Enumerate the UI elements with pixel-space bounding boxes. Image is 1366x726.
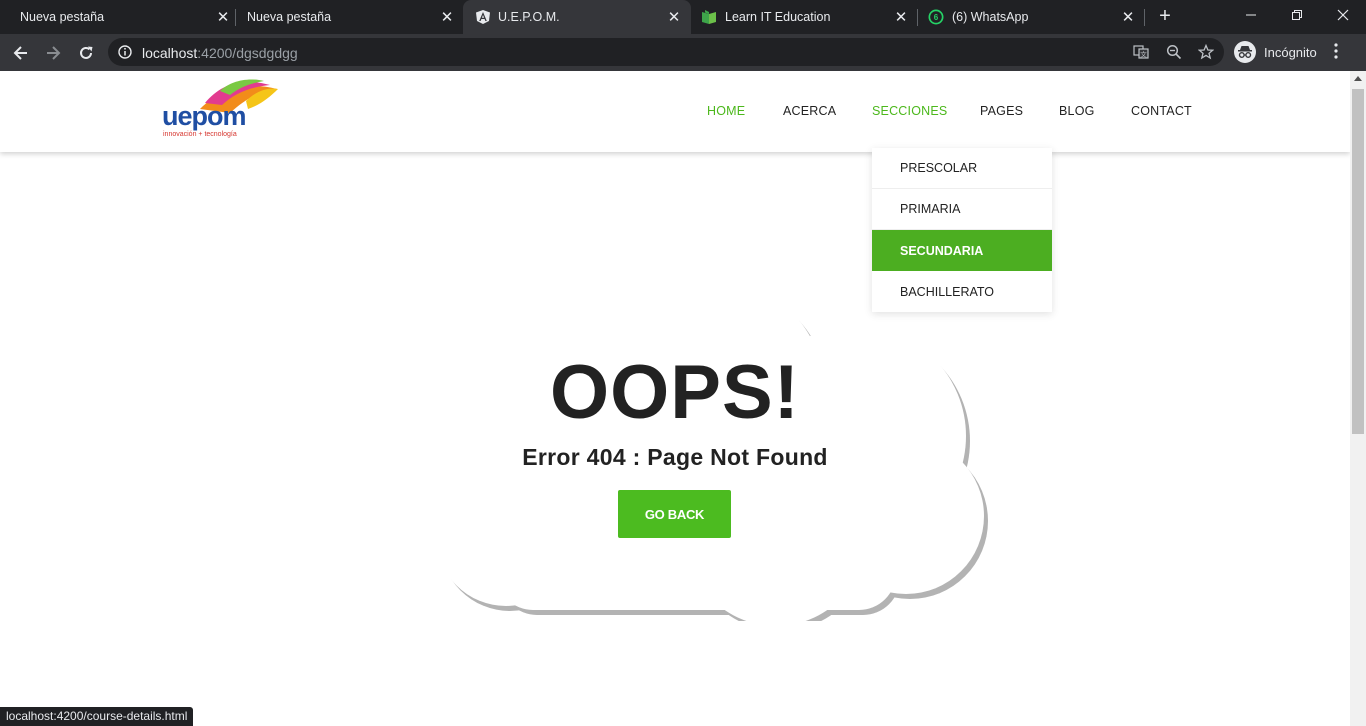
scroll-up-icon[interactable] [1354, 76, 1362, 81]
site-logo[interactable]: uepom innovación + tecnología [160, 79, 280, 143]
nav-secciones[interactable]: SECCIONES [872, 104, 947, 118]
nav-acerca[interactable]: ACERCA [783, 104, 836, 118]
more-vert-icon[interactable] [1334, 43, 1338, 59]
tab-title: (6) WhatsApp [952, 10, 1029, 24]
scrollbar-thumb[interactable] [1352, 89, 1364, 434]
error-message: Error 404 : Page Not Found [522, 444, 828, 470]
nav-contact[interactable]: CONTACT [1131, 104, 1192, 118]
info-icon[interactable] [118, 45, 132, 59]
url-path: :4200/dgsdgdgg [197, 45, 298, 61]
restore-button[interactable] [1274, 0, 1320, 30]
nav-pages[interactable]: PAGES [980, 104, 1023, 118]
address-bar[interactable]: localhost:4200/dgsdgdgg 文 [108, 38, 1224, 66]
close-window-icon [1337, 9, 1349, 21]
dropdown-item-bachillerato[interactable]: BACHILLERATO [872, 271, 1052, 312]
star-icon[interactable] [1198, 44, 1214, 60]
close-tab-icon[interactable]: ✕ [213, 7, 233, 27]
tab-title: Nueva pestaña [20, 10, 105, 24]
reload-icon [80, 46, 93, 59]
close-tab-icon[interactable]: ✕ [891, 7, 911, 27]
error-heading: OOPS! [550, 350, 800, 435]
profile-label: Incógnito [1264, 44, 1317, 60]
dropdown-item-primaria[interactable]: PRIMARIA [872, 189, 1052, 230]
tab-uepom[interactable]: U.E.P.O.M. ✕ [463, 0, 691, 34]
minimize-icon [1246, 14, 1256, 16]
book-icon [702, 10, 716, 24]
arrow-left-icon [13, 46, 27, 60]
logo-tagline: innovación + tecnología [163, 131, 237, 138]
svg-text:文: 文 [1140, 50, 1147, 59]
minimize-button[interactable] [1228, 0, 1274, 30]
close-tab-icon[interactable]: ✕ [1118, 7, 1138, 27]
page-scrollbar[interactable] [1350, 71, 1366, 726]
whatsapp-icon: 6 [928, 9, 944, 25]
logo-wordmark: uepom [162, 101, 247, 131]
close-window-button[interactable] [1320, 0, 1366, 30]
tab-whatsapp[interactable]: 6 (6) WhatsApp ✕ [918, 0, 1144, 34]
tab-nueva-pestana-1[interactable]: Nueva pestaña ✕ [8, 0, 234, 34]
tab-nueva-pestana-2[interactable]: Nueva pestaña ✕ [236, 0, 462, 34]
tab-learn-it-education[interactable]: Learn IT Education ✕ [691, 0, 917, 34]
browser-toolbar: localhost:4200/dgsdgdgg 文 Incógnito [0, 34, 1366, 71]
reload-button[interactable] [72, 39, 100, 67]
tab-strip: Nueva pestaña ✕ Nueva pestaña ✕ U.E.P.O.… [0, 0, 1366, 34]
nav-home[interactable]: HOME [707, 104, 745, 118]
incognito-icon [1234, 41, 1256, 63]
link-status-bar: localhost:4200/course-details.html [0, 707, 194, 726]
nav-blog[interactable]: BLOG [1059, 104, 1095, 118]
tab-title: Nueva pestaña [247, 10, 332, 24]
site-header: uepom innovación + tecnología HOME ACERC… [0, 71, 1350, 152]
new-tab-button[interactable]: + [1154, 5, 1176, 27]
back-button[interactable] [7, 39, 35, 67]
dropdown-item-secundaria[interactable]: SECUNDARIA [872, 230, 1052, 271]
url-host: localhost [142, 45, 198, 61]
tab-separator [1144, 9, 1145, 26]
restore-icon [1292, 10, 1302, 20]
page-viewport: uepom innovación + tecnología HOME ACERC… [0, 71, 1350, 726]
dropdown-item-prescolar[interactable]: PRESCOLAR [872, 148, 1052, 189]
tab-title: U.E.P.O.M. [498, 10, 560, 24]
profile-button[interactable]: Incógnito [1234, 39, 1317, 65]
angular-icon [476, 10, 490, 24]
url-text[interactable]: localhost:4200/dgsdgdgg [142, 45, 298, 61]
secciones-dropdown: PRESCOLAR PRIMARIA SECUNDARIA BACHILLERA… [872, 148, 1052, 312]
tab-title: Learn IT Education [725, 10, 831, 24]
go-back-button[interactable]: GO BACK [618, 490, 731, 538]
whatsapp-badge: 6 [934, 13, 939, 22]
arrow-right-icon [47, 46, 61, 60]
close-tab-icon[interactable]: ✕ [437, 7, 457, 27]
close-tab-icon[interactable]: ✕ [664, 7, 684, 27]
forward-button[interactable] [39, 39, 67, 67]
zoom-out-icon[interactable] [1166, 44, 1182, 60]
translate-icon[interactable]: 文 [1133, 44, 1149, 60]
